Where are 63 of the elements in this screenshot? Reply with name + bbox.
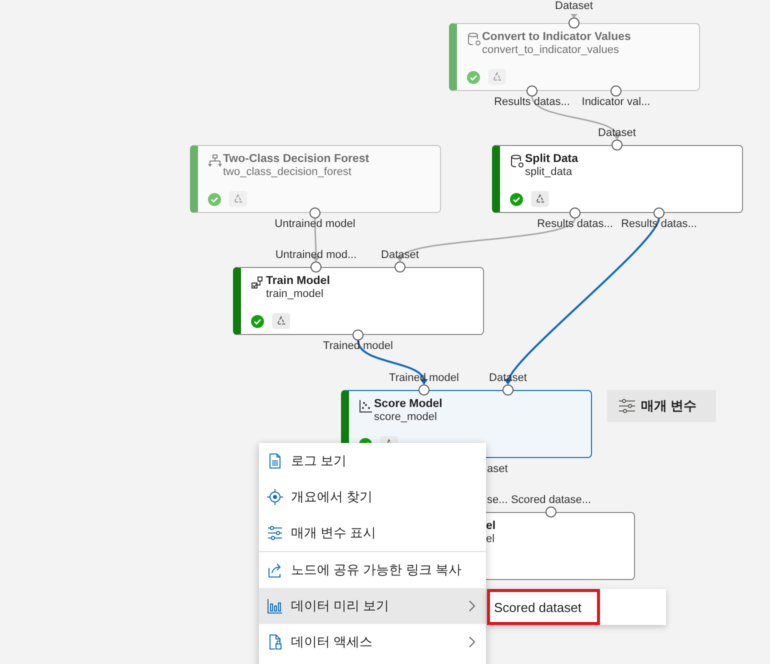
hierarchy-icon	[208, 154, 222, 168]
database-gear-icon	[467, 32, 481, 46]
port-circle[interactable]	[612, 140, 622, 150]
node-title: el	[486, 520, 496, 532]
node-name: train_model	[266, 288, 324, 300]
node-title: Train Model	[266, 275, 330, 287]
port-label: aset	[487, 463, 508, 476]
port-circle[interactable]	[352, 330, 364, 340]
menu-item[interactable]: Scored dataset	[487, 589, 600, 625]
port-circle[interactable]	[526, 86, 538, 96]
node-name: split_data	[525, 166, 574, 178]
port-circle[interactable]	[654, 208, 664, 218]
settings-sliders-icon	[619, 399, 635, 413]
port-label: Dataset	[555, 0, 593, 13]
node-name: el	[486, 533, 496, 545]
module-node[interactable]: Split Data split_data	[492, 145, 743, 213]
port-label: Dataset	[598, 127, 636, 140]
port-label: Untrained model	[274, 218, 356, 231]
module-node[interactable]: Train Model train_model	[233, 267, 484, 335]
node-title: Split Data	[525, 153, 578, 165]
node-name: score_model	[374, 411, 438, 423]
recycle-icon	[531, 191, 549, 207]
module-node[interactable]: Convert to Indicator Values convert_to_indicator_values	[449, 23, 700, 91]
port-circle[interactable]	[570, 208, 580, 218]
node-name: two_class_decision_forest	[223, 166, 352, 178]
connector-edge	[570, 14, 578, 18]
scatter-plot-icon	[359, 399, 373, 413]
port-label: Results datas...	[494, 96, 570, 109]
port-circle[interactable]	[610, 86, 622, 96]
menu-item[interactable]: 데이터 액세스	[259, 624, 486, 660]
document-icon	[267, 453, 283, 469]
port-label: Results datas...	[537, 218, 613, 231]
settings-sliders-icon	[267, 525, 283, 541]
module-node[interactable]: Two-Class Decision Forest two_class_decision_forest	[190, 145, 441, 213]
port-label: se...	[487, 494, 508, 507]
port-label: Indicator val...	[582, 96, 650, 109]
port-label: Dataset	[381, 249, 419, 262]
port-circle[interactable]	[394, 262, 406, 272]
node-name: convert_to_indicator_values	[482, 44, 620, 56]
recycle-icon	[488, 69, 506, 85]
port-circle[interactable]	[418, 384, 430, 396]
menu-item[interactable]: 개요에서 찾기	[259, 479, 486, 515]
bar-chart-icon	[267, 598, 283, 614]
menu-item[interactable]: 데이터 미리 보기	[259, 588, 486, 624]
parameters-button[interactable]: 매개 변수	[607, 390, 716, 422]
node-title: Score Model	[374, 398, 442, 410]
node-title: Two-Class Decision Forest	[223, 153, 370, 165]
port-label: Trained model	[323, 340, 393, 353]
port-circle[interactable]	[310, 262, 322, 272]
recycle-icon	[229, 191, 247, 207]
document-lock-icon	[267, 634, 283, 650]
port-label: Scored datase...	[510, 494, 592, 507]
port-circle[interactable]	[546, 506, 556, 518]
port-circle[interactable]	[310, 208, 320, 218]
port-label: Untrained mod...	[275, 249, 357, 262]
recycle-icon	[272, 313, 290, 329]
port-circle[interactable]	[502, 384, 514, 396]
target-icon	[267, 489, 283, 505]
share-icon	[267, 562, 283, 578]
port-circle[interactable]	[568, 18, 580, 28]
node-title: Convert to Indicator Values	[482, 31, 631, 43]
flowchart-icon	[251, 276, 265, 290]
database-gear-icon	[510, 154, 524, 168]
